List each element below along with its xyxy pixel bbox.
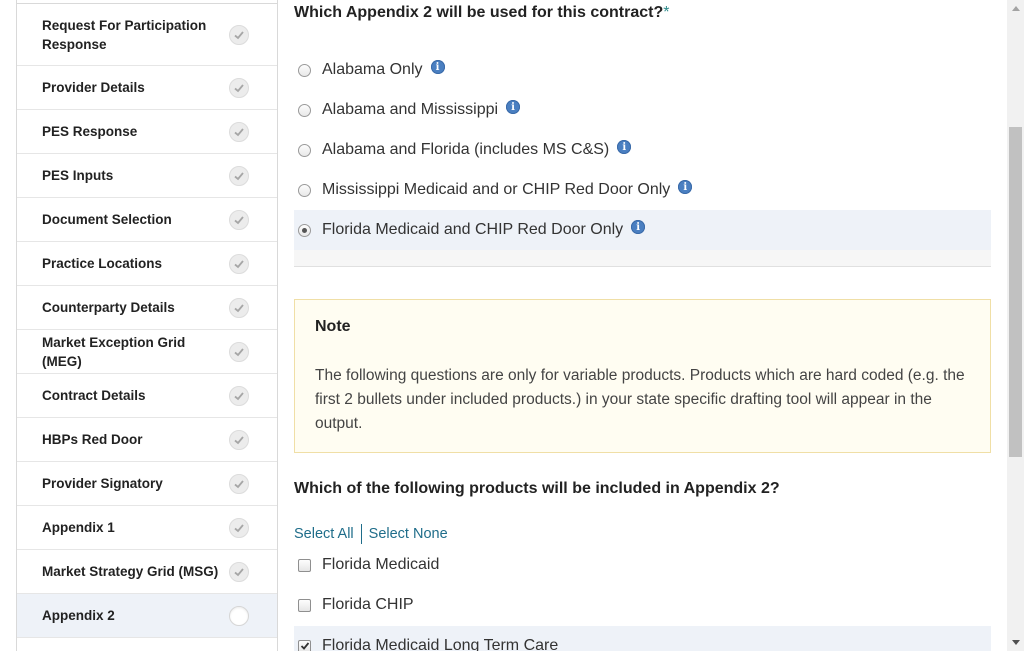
radio-option-alabama-florida[interactable]: Alabama and Florida (includes MS C&S) i (294, 130, 991, 170)
radio-button[interactable] (298, 103, 311, 117)
sidebar-item-appendix-1[interactable]: Appendix 1 (17, 506, 277, 550)
empty-circle-icon (229, 605, 249, 626)
check-icon (229, 209, 249, 230)
checkbox-option-florida-chip[interactable]: Florida CHIP (294, 585, 991, 625)
sidebar-item-practice-locations[interactable]: Practice Locations (17, 242, 277, 286)
sidebar-item-label: Request For Participation Response (42, 17, 207, 52)
radio-option-label: Mississippi Medicaid and or CHIP Red Doo… (322, 181, 671, 198)
sidebar-item-label: Market Strategy Grid (MSG) (42, 564, 219, 579)
scrollbar-thumb[interactable] (1009, 127, 1022, 457)
checkbox[interactable] (298, 598, 311, 612)
radio-option-label: Alabama and Florida (includes MS C&S) (322, 141, 610, 158)
sidebar-item-label: Practice Locations (42, 256, 163, 271)
sidebar-item-pes-response[interactable]: PES Response (17, 110, 277, 154)
sidebar-item-label: Appendix 2 (42, 608, 115, 623)
check-icon (229, 165, 249, 186)
checkbox-option-label: Florida Medicaid Long Term Care (322, 637, 559, 651)
sidebar-item-request-for-participation[interactable]: Request For Participation Response (17, 4, 277, 66)
sidebar-item-provider-signatory[interactable]: Provider Signatory (17, 462, 277, 506)
radio-option-label: Alabama and Mississippi (322, 101, 499, 118)
check-icon (229, 77, 249, 98)
checkbox-option-florida-medicaid-ltc[interactable]: Florida Medicaid Long Term Care (294, 626, 991, 651)
question-title-appendix-2: Which Appendix 2 will be used for this c… (294, 4, 669, 22)
link-separator (360, 524, 362, 544)
sidebar-item-label: PES Inputs (42, 168, 114, 183)
sidebar-item-label: Appendix 1 (42, 520, 115, 535)
note-title: Note (315, 318, 351, 335)
select-links: Select All Select None (294, 524, 448, 544)
checkbox[interactable] (298, 558, 311, 572)
question-title-products: Which of the following products will be … (294, 480, 780, 497)
check-icon (229, 473, 249, 494)
radio-option-florida-medicaid-chip[interactable]: Florida Medicaid and CHIP Red Door Only … (294, 210, 991, 250)
radio-option-alabama-mississippi[interactable]: Alabama and Mississippi i (294, 90, 991, 130)
check-icon (229, 385, 249, 406)
check-icon (229, 297, 249, 318)
radio-button[interactable] (298, 183, 311, 197)
scroll-down-arrow-icon[interactable] (1007, 634, 1024, 651)
checkbox-option-florida-medicaid[interactable]: Florida Medicaid (294, 545, 991, 585)
select-none-link[interactable]: Select None (369, 526, 448, 542)
info-icon[interactable]: i (617, 140, 632, 154)
info-icon[interactable]: i (631, 220, 646, 234)
sidebar-item-provider-details[interactable]: Provider Details (17, 66, 277, 110)
info-icon[interactable]: i (678, 180, 693, 194)
sidebar-item-pes-inputs[interactable]: PES Inputs (17, 154, 277, 198)
check-icon (229, 341, 249, 362)
radio-selected-dot (302, 227, 307, 233)
sidebar-item-label: Provider Signatory (42, 476, 163, 491)
radio-option-label: Alabama Only (322, 61, 423, 78)
sidebar-item-label: PES Response (42, 124, 138, 139)
section-divider (294, 250, 991, 267)
sidebar-item-contract-details[interactable]: Contract Details (17, 374, 277, 418)
check-icon (229, 121, 249, 142)
sidebar-item-label: Provider Details (42, 80, 145, 95)
note-body: The following questions are only for var… (315, 367, 965, 432)
info-icon[interactable]: i (506, 100, 521, 114)
sidebar-item-label: HBPs Red Door (42, 432, 143, 447)
sidebar-item-label: Market Exception Grid (MEG) (42, 334, 186, 369)
note-box: Note The following questions are only fo… (294, 299, 991, 453)
check-icon (229, 561, 249, 582)
sidebar-item-label: Contract Details (42, 388, 146, 403)
radio-option-mississippi-medicaid-chip[interactable]: Mississippi Medicaid and or CHIP Red Doo… (294, 170, 991, 210)
check-icon (229, 24, 249, 45)
radio-button[interactable] (298, 223, 311, 237)
sidebar-item-counterparty-details[interactable]: Counterparty Details (17, 286, 277, 330)
question-text: Which Appendix 2 will be used for this c… (294, 4, 664, 21)
main-content: Which Appendix 2 will be used for this c… (294, 0, 992, 651)
scroll-up-arrow-icon[interactable] (1007, 0, 1024, 17)
sidebar-item-hbps-red-door[interactable]: HBPs Red Door (17, 418, 277, 462)
sidebar-item-appendix-2[interactable]: Appendix 2 (17, 594, 277, 638)
select-all-link[interactable]: Select All (294, 526, 354, 542)
check-icon (229, 429, 249, 450)
info-icon[interactable]: i (430, 60, 445, 74)
radio-option-label: Florida Medicaid and CHIP Red Door Only (322, 221, 624, 238)
checkbox-option-label: Florida Medicaid (322, 556, 440, 573)
checkbox[interactable] (298, 639, 311, 651)
required-marker: * (663, 4, 670, 21)
check-icon (229, 517, 249, 538)
sidebar-item-market-exception-grid[interactable]: Market Exception Grid (MEG) (17, 330, 277, 374)
sidebar-item-document-selection[interactable]: Document Selection (17, 198, 277, 242)
vertical-scrollbar[interactable] (1007, 0, 1024, 651)
checkmark-icon (300, 642, 309, 650)
sidebar-item-label: Counterparty Details (42, 300, 175, 315)
progress-sidebar: Request For Participation Response Provi… (16, 0, 278, 651)
radio-option-alabama-only[interactable]: Alabama Only i (294, 50, 991, 90)
radio-button[interactable] (298, 63, 311, 77)
checkbox-option-label: Florida CHIP (322, 596, 414, 613)
check-icon (229, 253, 249, 274)
sidebar-item-label: Document Selection (42, 212, 172, 227)
radio-button[interactable] (298, 143, 311, 157)
sidebar-item-market-strategy-grid[interactable]: Market Strategy Grid (MSG) (17, 550, 277, 594)
